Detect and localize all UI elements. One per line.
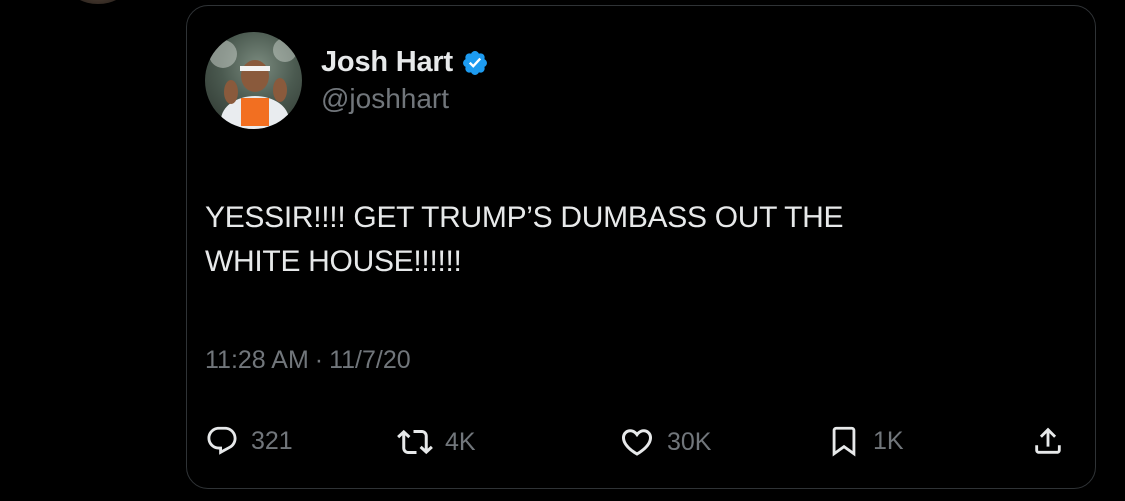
author-names: Josh Hart @joshhart — [321, 46, 489, 115]
share-upload-icon — [1031, 424, 1065, 458]
like-count: 30K — [667, 427, 712, 456]
bookmark-button[interactable]: 1K — [827, 424, 904, 458]
display-name[interactable]: Josh Hart — [321, 46, 453, 79]
avatar-photo — [209, 38, 297, 129]
tweet-text: YESSIR!!!! GET TRUMP’S DUMBASS OUT THE W… — [205, 196, 1025, 284]
handle[interactable]: @joshhart — [321, 83, 489, 115]
repost-arrows-icon — [397, 424, 433, 460]
name-row: Josh Hart — [321, 46, 489, 79]
verified-badge-icon — [461, 49, 489, 77]
tweet-date: 11/7/20 — [329, 346, 411, 374]
bookmark-icon — [827, 424, 861, 458]
timestamp-separator: · — [314, 346, 324, 374]
tweet-text-line: YESSIR!!!! GET TRUMP’S DUMBASS OUT THE — [205, 201, 844, 234]
tweet-author[interactable]: Josh Hart @joshhart — [205, 32, 489, 129]
heart-icon — [619, 424, 655, 460]
bookmark-count: 1K — [873, 426, 904, 455]
previous-avatar[interactable] — [70, 0, 126, 4]
page: Josh Hart @joshhart YESSIR!!!! GET TRUMP… — [0, 0, 1125, 501]
repost-count: 4K — [445, 427, 476, 456]
like-button[interactable]: 30K — [619, 424, 711, 460]
reply-count: 321 — [251, 426, 293, 455]
avatar[interactable] — [205, 32, 302, 129]
tweet-text-line: WHITE HOUSE!!!!!! — [205, 245, 462, 278]
tweet-time: 11:28 AM — [205, 346, 309, 374]
tweet-actions: 321 4K 30K 1K — [205, 424, 1075, 464]
reply-button[interactable]: 321 — [205, 424, 293, 458]
repost-button[interactable]: 4K — [397, 424, 476, 460]
tweet-timestamp[interactable]: 11:28 AM · 11/7/20 — [205, 346, 411, 375]
speech-bubble-icon — [205, 424, 239, 458]
share-button[interactable] — [1031, 424, 1065, 458]
quoted-tweet-card[interactable]: Josh Hart @joshhart YESSIR!!!! GET TRUMP… — [186, 5, 1096, 489]
